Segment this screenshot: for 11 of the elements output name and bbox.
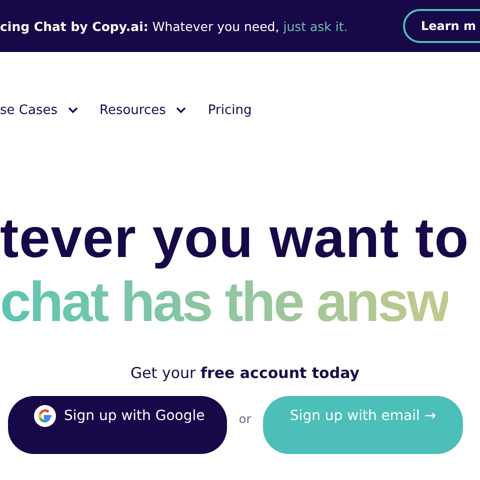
signup-prompt: Get your free account today xyxy=(129,364,361,382)
headline: tever you want to xyxy=(0,206,470,270)
just-ask-link[interactable]: just ask it. xyxy=(283,18,348,34)
google-g-icon xyxy=(34,405,56,427)
google-signup-button[interactable]: Sign up with Google xyxy=(8,396,227,454)
or-separator: or xyxy=(238,412,252,426)
nav-link[interactable]: Pricing xyxy=(208,90,252,130)
nav-link[interactable]: se Cases xyxy=(0,90,78,130)
learn-more-button[interactable]: Learn m xyxy=(402,9,480,43)
announcement-text: cing Chat by Copy.ai: Whatever you need, xyxy=(0,18,280,34)
nav-link[interactable]: Resources xyxy=(100,90,186,130)
